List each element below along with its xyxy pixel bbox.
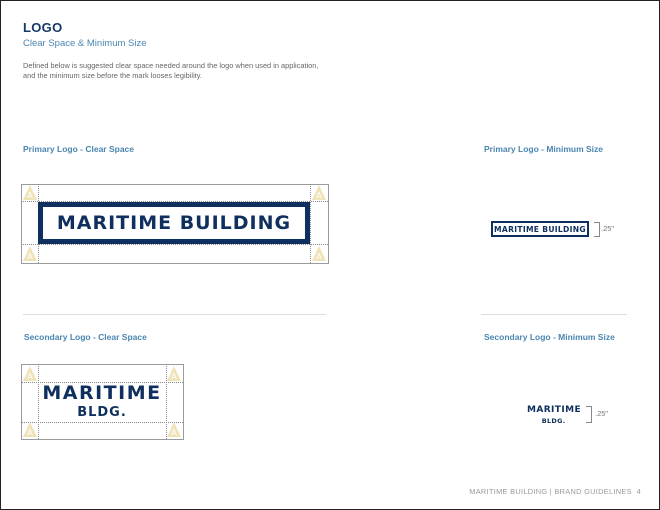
section-divider — [23, 314, 326, 315]
unit-a-marker-icon: A — [312, 185, 326, 200]
secondary-logo-small-line2: BLDG. — [525, 415, 583, 425]
unit-a-marker-icon: A — [23, 246, 37, 261]
guide-line-right — [310, 184, 311, 263]
secondary-minimum-size-label: Secondary Logo - Minimum Size — [484, 332, 615, 342]
guideline-page: LOGO Clear Space & Minimum Size Defined … — [0, 0, 660, 510]
footer-text: MARITIME BUILDING | BRAND GUIDELINES — [469, 487, 632, 496]
primary-logo-small-wordmark: MARITIME BUILDING — [494, 224, 586, 234]
primary-min-size-value: .25" — [601, 224, 615, 233]
secondary-min-size-value: .25" — [595, 409, 609, 418]
secondary-clear-space-label: Secondary Logo - Clear Space — [24, 332, 147, 342]
unit-a-marker-icon: A — [23, 185, 37, 200]
secondary-logo-bldg: BLDG — [77, 405, 121, 420]
svg-text:A: A — [171, 428, 177, 437]
secondary-logo: MARITIME BLDG. — [38, 382, 166, 422]
page-description: Defined below is suggested clear space n… — [23, 61, 319, 80]
svg-text:A: A — [316, 191, 322, 200]
guide-line-bottom — [21, 244, 328, 245]
page-subtitle: Clear Space & Minimum Size — [23, 38, 147, 49]
svg-text:A: A — [27, 428, 33, 437]
page-footer: MARITIME BUILDING | BRAND GUIDELINES 4 — [469, 487, 641, 496]
page-number: 4 — [636, 487, 641, 496]
svg-text:A: A — [27, 372, 33, 381]
svg-text:A: A — [27, 252, 33, 261]
secondary-logo-line1: MARITIME — [42, 382, 162, 404]
primary-clear-space-label: Primary Logo - Clear Space — [23, 144, 135, 154]
secondary-logo-small-dot: . — [562, 417, 567, 425]
svg-text:A: A — [316, 252, 322, 261]
secondary-logo-dot: . — [120, 405, 127, 420]
size-bracket — [594, 222, 600, 237]
secondary-logo-line2: BLDG. — [38, 404, 166, 421]
unit-a-marker-icon: A — [23, 422, 37, 437]
secondary-logo-small: MARITIME BLDG. — [525, 405, 583, 425]
unit-a-marker-icon: A — [312, 246, 326, 261]
svg-text:A: A — [27, 191, 33, 200]
unit-a-marker-icon: A — [167, 366, 181, 381]
guide-line-bottom — [21, 422, 183, 423]
primary-minimum-size-label: Primary Logo - Minimum Size — [484, 144, 604, 154]
unit-a-marker-icon: A — [167, 422, 181, 437]
page-title: LOGO — [23, 20, 63, 35]
primary-logo-wordmark: MARITIME BUILDING — [56, 212, 292, 234]
size-bracket — [586, 406, 592, 423]
secondary-logo-small-line1: MARITIME — [527, 405, 581, 415]
svg-text:A: A — [171, 372, 177, 381]
unit-a-marker-icon: A — [23, 366, 37, 381]
primary-logo: MARITIME BUILDING — [38, 202, 310, 244]
secondary-logo-small-bldg: BLDG — [541, 417, 563, 425]
primary-logo-small: MARITIME BUILDING — [491, 221, 589, 237]
section-divider — [481, 314, 627, 315]
